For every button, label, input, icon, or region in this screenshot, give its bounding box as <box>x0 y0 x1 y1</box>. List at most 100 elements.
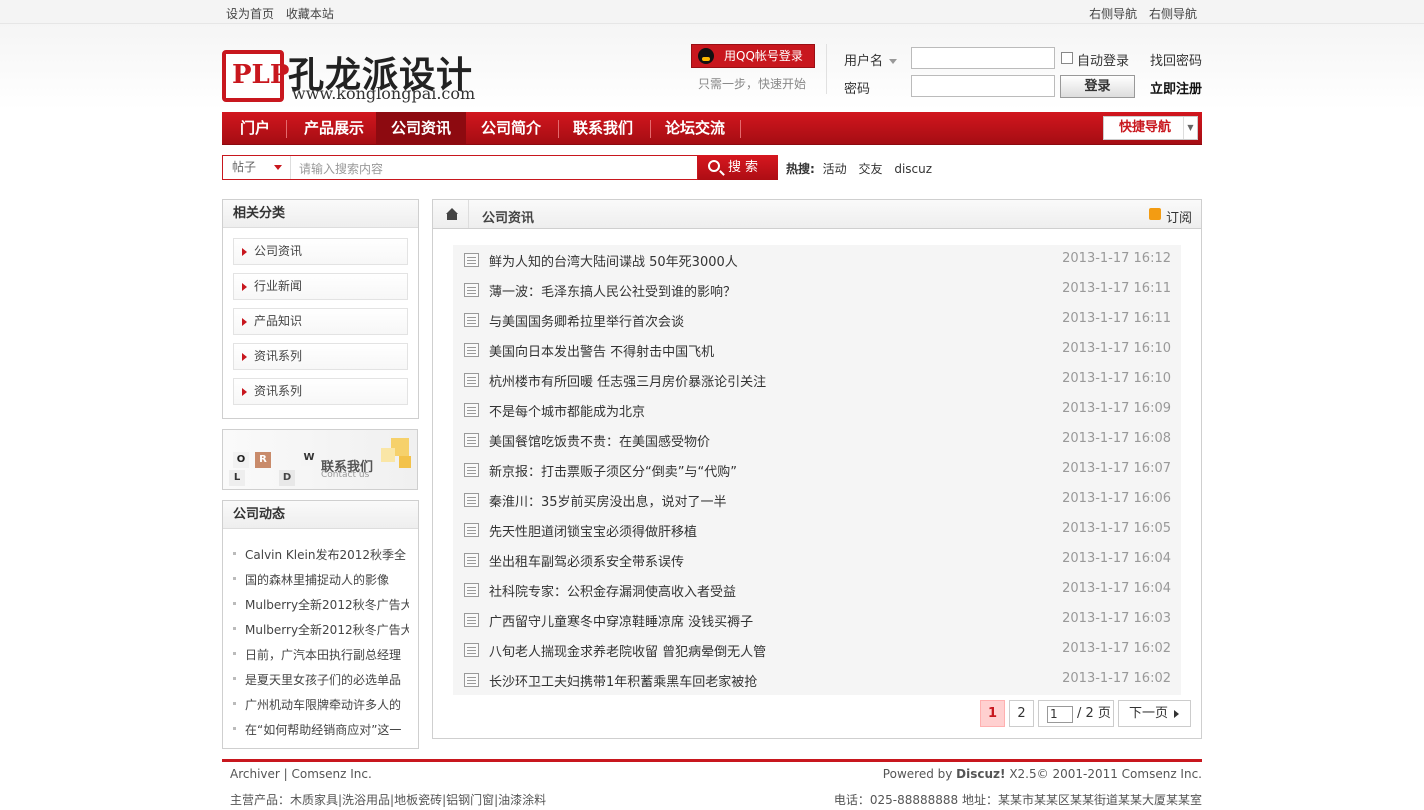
news-item[interactable]: 在“如何帮助经销商应对”这一 <box>233 721 409 738</box>
article-title[interactable]: 先天性胆道闭锁宝宝必须得做肝移植 <box>489 521 697 540</box>
news-item[interactable]: 国的森林里捕捉动人的影像 <box>233 571 409 588</box>
right-nav-link-2[interactable]: 右侧导航 <box>1149 7 1197 21</box>
right-nav-link-1[interactable]: 右侧导航 <box>1089 7 1137 21</box>
top-left-links: 设为首页 收藏本站 <box>226 5 342 22</box>
nav-products[interactable]: 产品展示 <box>290 112 378 145</box>
next-page-label: 下一页 <box>1129 706 1169 721</box>
nav-divider <box>286 120 287 138</box>
footer-links[interactable]: Archiver | Comsenz Inc. <box>230 767 372 781</box>
article-title[interactable]: 坐出租车副驾必须系安全带系误传 <box>489 551 684 570</box>
category-item[interactable]: 资讯系列 <box>233 343 408 370</box>
document-icon <box>464 283 479 297</box>
username-input[interactable] <box>911 47 1055 69</box>
category-item[interactable]: 产品知识 <box>233 308 408 335</box>
search-input[interactable]: 请输入搜索内容 <box>299 160 383 177</box>
article-title[interactable]: 社科院专家：公积金存漏洞使高收入者受益 <box>489 581 736 600</box>
chevron-right-icon <box>1174 710 1179 718</box>
contact-banner[interactable]: O R L D W 联系我们 Contact us <box>222 429 418 490</box>
logo-url: www.konglongpai.com <box>292 84 476 103</box>
triangle-right-icon <box>242 388 247 396</box>
article-title[interactable]: 新京报：打击票贩子须区分“倒卖”与“代购” <box>489 461 737 480</box>
username-label[interactable]: 用户名 <box>844 50 898 69</box>
hot-search-item[interactable]: 活动 <box>823 162 847 176</box>
category-item[interactable]: 资讯系列 <box>233 378 408 405</box>
powered-brand[interactable]: Discuz! <box>956 767 1005 781</box>
article-title[interactable]: 美国餐馆吃饭贵不贵：在美国感受物价 <box>489 431 710 450</box>
news-item[interactable]: 广州机动车限牌牵动许多人的 <box>233 696 409 713</box>
hot-search-item[interactable]: 交友 <box>858 162 882 176</box>
nav-contact[interactable]: 联系我们 <box>558 112 648 145</box>
next-page-button[interactable]: 下一页 <box>1118 700 1191 727</box>
register-link[interactable]: 立即注册 <box>1150 78 1202 97</box>
page-jump: 1 / 2 页 <box>1038 700 1114 727</box>
hot-search-item[interactable]: discuz <box>894 162 932 176</box>
article-list-panel: 鲜为人知的台湾大陆间谍战 50年死3000人 2013-1-17 16:12 薄一波… <box>432 229 1202 739</box>
set-homepage-link[interactable]: 设为首页 <box>226 7 274 21</box>
company-news-panel: 公司动态 Calvin Klein发布2012秋季全 国的森林里捕捉动人的影像 … <box>222 500 419 749</box>
article-title[interactable]: 杭州楼市有所回暖 任志强三月房价暴涨论引关注 <box>489 371 766 390</box>
quick-nav-button[interactable]: 快捷导航 ▼ <box>1103 116 1198 140</box>
site-logo[interactable]: PLP 孔龙派设计 www.konglongpai.com <box>222 46 532 104</box>
article-title[interactable]: 不是每个城市都能成为北京 <box>489 401 645 420</box>
letter-block: L <box>229 470 245 486</box>
category-label: 资讯系列 <box>254 384 303 398</box>
nav-divider <box>740 120 741 138</box>
nav-portal[interactable]: 门户 <box>228 112 282 145</box>
document-icon <box>464 643 479 657</box>
dropdown-caret-icon <box>889 59 898 64</box>
home-icon[interactable] <box>433 200 469 228</box>
article-title[interactable]: 八旬老人揣现金求养老院收留 曾犯病晕倒无人管 <box>489 641 766 660</box>
footer-products: 主营产品：木质家具|洗浴用品|地板瓷砖|铝钢门窗|油漆涂料 <box>230 793 547 807</box>
page-2-button[interactable]: 2 <box>1009 700 1034 727</box>
category-label: 行业新闻 <box>254 279 303 293</box>
page-1-button[interactable]: 1 <box>980 700 1005 727</box>
letter-block: W <box>301 450 317 466</box>
search-type-label: 帖子 <box>232 160 257 174</box>
article-title[interactable]: 薄一波：毛泽东搞人民公社受到谁的影响？ <box>489 281 736 300</box>
nav-forum[interactable]: 论坛交流 <box>650 112 740 145</box>
category-item[interactable]: 行业新闻 <box>233 273 408 300</box>
article-title[interactable]: 美国向日本发出警告 不得射击中国飞机 <box>489 341 714 360</box>
news-item[interactable]: 日前，广汽本田执行副总经理 <box>233 646 409 663</box>
qq-login-label: 用QQ帐号登录 <box>724 49 803 63</box>
page-total: / 2 页 <box>1077 706 1111 721</box>
qq-login-button[interactable]: 用QQ帐号登录 <box>691 44 815 68</box>
document-icon <box>464 523 479 537</box>
news-item[interactable]: 是夏天里女孩子们的必选单品 <box>233 671 409 688</box>
news-item[interactable]: Calvin Klein发布2012秋季全 <box>233 546 409 563</box>
breadcrumb-bar: 公司资讯 订阅 <box>432 199 1202 229</box>
powered-by: Powered by Discuz! X2.5© 2001-2011 Comse… <box>883 767 1202 781</box>
bookmark-link[interactable]: 收藏本站 <box>286 7 334 21</box>
search-button[interactable]: 搜索 <box>698 155 778 180</box>
nav-company-news[interactable]: 公司资讯 <box>376 112 466 145</box>
breadcrumb-current[interactable]: 公司资讯 <box>482 207 534 226</box>
category-title: 相关分类 <box>223 200 418 228</box>
article-row: 不是每个城市都能成为北京 2013-1-17 16:09 <box>453 395 1181 425</box>
auto-login-label: 自动登录 <box>1077 54 1130 69</box>
article-title[interactable]: 秦淮川：35岁前买房没出息，说对了一半 <box>489 491 727 510</box>
article-list: 鲜为人知的台湾大陆间谍战 50年死3000人 2013-1-17 16:12 薄一波… <box>453 245 1181 695</box>
document-icon <box>464 343 479 357</box>
top-bar: 设为首页 收藏本站 右侧导航 右侧导航 <box>0 0 1424 24</box>
article-date: 2013-1-17 16:05 <box>1062 521 1171 536</box>
decorative-square <box>381 448 395 462</box>
article-title[interactable]: 长沙环卫工夫妇携带1年积蓄乘黑车回老家被抢 <box>489 671 757 690</box>
login-button[interactable]: 登录 <box>1060 75 1135 98</box>
subscribe-link[interactable]: 订阅 <box>1166 207 1192 226</box>
search-box: 帖子 请输入搜索内容 <box>222 155 698 180</box>
page-number-input[interactable]: 1 <box>1047 706 1073 723</box>
article-title[interactable]: 广西留守儿童寒冬中穿凉鞋睡凉席 没钱买褥子 <box>489 611 753 630</box>
news-item[interactable]: Mulberry全新2012秋冬广告大 <box>233 621 409 638</box>
auto-login-checkbox[interactable] <box>1061 52 1073 64</box>
hot-search-label: 热搜: <box>786 162 815 176</box>
rss-icon[interactable] <box>1149 208 1161 220</box>
password-input[interactable] <box>911 75 1055 97</box>
article-title[interactable]: 与美国国务卿希拉里举行首次会谈 <box>489 311 684 330</box>
search-type-select[interactable]: 帖子 <box>223 156 291 179</box>
find-password-link[interactable]: 找回密码 <box>1150 50 1202 69</box>
nav-company-intro[interactable]: 公司简介 <box>466 112 556 145</box>
news-item[interactable]: Mulberry全新2012秋冬广告大 <box>233 596 409 613</box>
article-title[interactable]: 鲜为人知的台湾大陆间谍战 50年死3000人 <box>489 251 738 270</box>
document-icon <box>464 583 479 597</box>
category-item[interactable]: 公司资讯 <box>233 238 408 265</box>
